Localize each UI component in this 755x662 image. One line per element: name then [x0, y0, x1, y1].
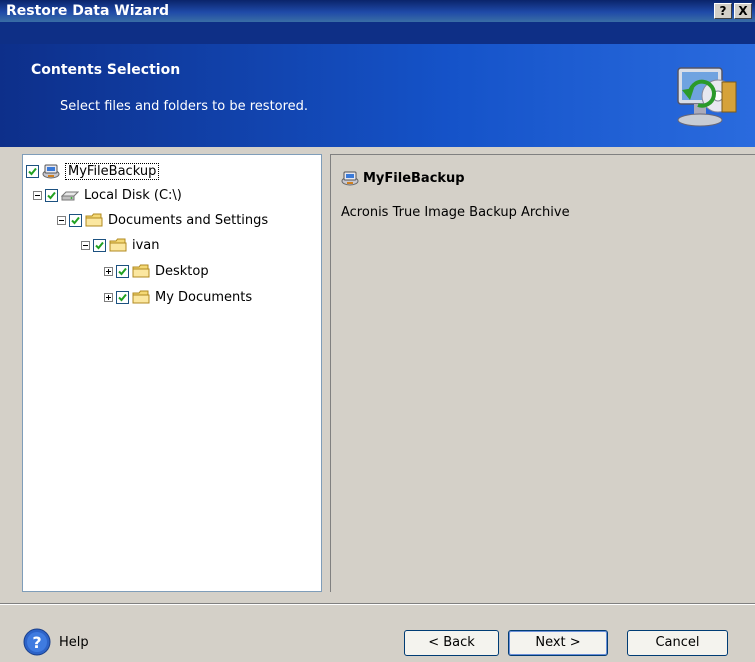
restore-disk-icon [677, 67, 737, 127]
collapse-icon[interactable] [33, 190, 42, 200]
folder-icon [109, 238, 127, 252]
tree-item-label: Local Disk (C:\) [84, 187, 182, 203]
tree-item-my-documents[interactable]: My Documents [104, 287, 252, 307]
svg-text:?: ? [32, 633, 41, 652]
tree-item-label: My Documents [155, 289, 253, 305]
header-top-stripe [0, 22, 755, 44]
folder-icon [132, 290, 150, 304]
checkbox[interactable] [93, 238, 106, 252]
page-title: Contents Selection [31, 62, 181, 78]
expand-icon[interactable] [104, 292, 113, 302]
backup-archive-icon [42, 164, 60, 179]
title-bar: Restore Data Wizard ? X [0, 0, 755, 22]
help-icon: ? [23, 628, 51, 656]
back-button[interactable]: < Back [404, 630, 499, 656]
page-subtitle: Select files and folders to be restored. [60, 99, 309, 114]
details-panel: MyFileBackup Acronis True Image Backup A… [330, 154, 755, 592]
checkbox[interactable] [116, 290, 129, 304]
details-title: MyFileBackup [341, 170, 465, 186]
tree-item-label: Desktop [155, 263, 209, 279]
folder-tree[interactable]: MyFileBackup Local Disk (C:\) Documents … [22, 154, 322, 592]
cancel-button[interactable]: Cancel [627, 630, 728, 656]
tree-item-myfilebackup[interactable]: MyFileBackup [26, 161, 160, 181]
wizard-header: Contents Selection Select files and fold… [0, 44, 755, 147]
details-title-text: MyFileBackup [363, 170, 465, 186]
checkbox[interactable] [26, 164, 39, 178]
tree-item-label: ivan [132, 237, 160, 253]
next-button[interactable]: Next > [508, 630, 608, 656]
help-label: Help [59, 634, 89, 650]
window-title: Restore Data Wizard [6, 3, 170, 19]
help-window-button[interactable]: ? [714, 3, 732, 19]
details-description: Acronis True Image Backup Archive [341, 205, 570, 220]
tree-item-desktop[interactable]: Desktop [104, 261, 209, 281]
expand-icon[interactable] [104, 266, 113, 276]
footer-divider-highlight [0, 604, 755, 605]
tree-item-ivan[interactable]: ivan [81, 235, 160, 255]
help-link[interactable]: ? Help [23, 628, 89, 656]
folder-icon [85, 213, 103, 227]
checkbox[interactable] [116, 264, 129, 278]
collapse-icon[interactable] [81, 240, 90, 250]
checkbox[interactable] [45, 188, 58, 202]
close-window-button[interactable]: X [734, 3, 752, 19]
tree-item-documents-and-settings[interactable]: Documents and Settings [57, 210, 268, 230]
tree-item-label: MyFileBackup [65, 162, 160, 180]
checkbox[interactable] [69, 213, 82, 227]
drive-icon [61, 191, 79, 201]
tree-item-label: Documents and Settings [108, 212, 269, 228]
backup-archive-icon [341, 171, 359, 186]
folder-icon [132, 264, 150, 278]
collapse-icon[interactable] [57, 215, 66, 225]
tree-item-local-disk[interactable]: Local Disk (C:\) [33, 185, 182, 205]
